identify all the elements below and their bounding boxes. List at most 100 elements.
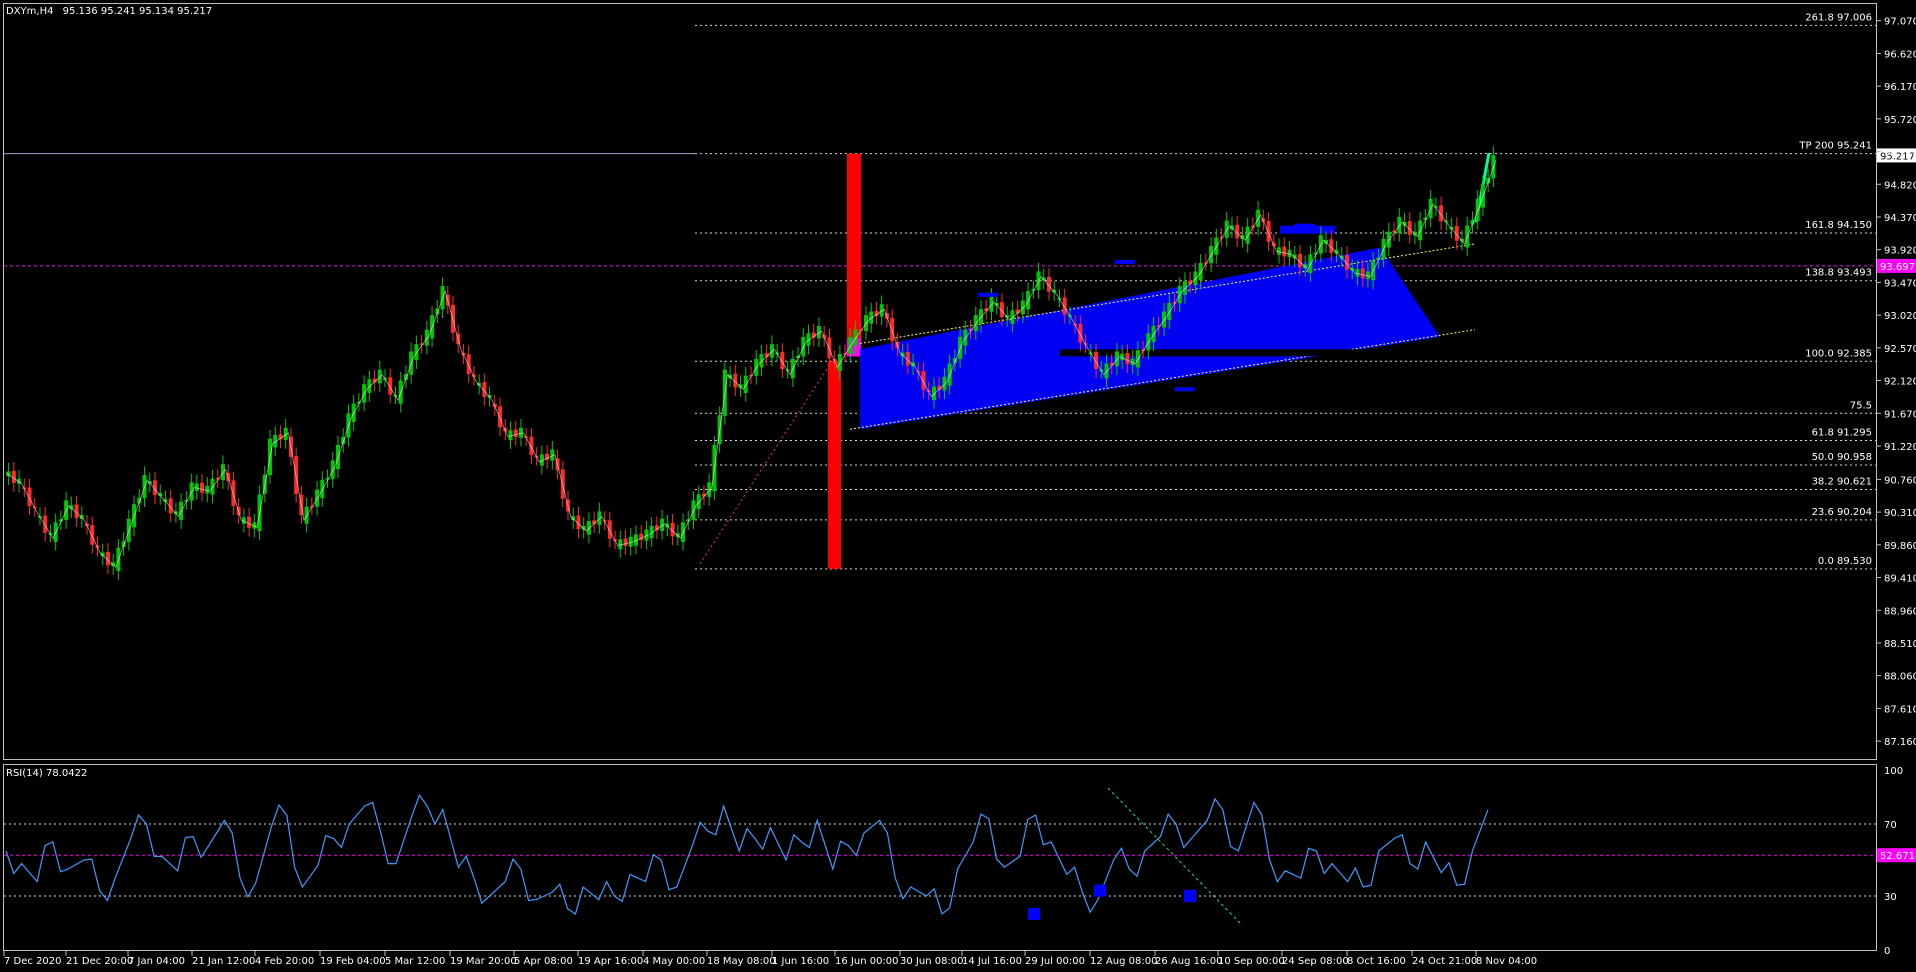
candle-body	[466, 354, 471, 375]
candle-body	[973, 315, 978, 332]
price-tick-label: 90.760	[1884, 475, 1916, 486]
fib-level-label: 61.8 91.295	[1812, 428, 1872, 439]
time-tick-label: 24 Oct 21:00	[1412, 956, 1477, 967]
candle-body	[586, 521, 591, 535]
candle-body	[1397, 216, 1402, 233]
candle-body	[1229, 225, 1234, 230]
symbol-label: DXYm,H4	[6, 6, 53, 17]
candle-body	[931, 386, 936, 401]
candle-body	[498, 406, 503, 428]
time-tick-label: 5 Mar 12:00	[385, 956, 445, 967]
candle-body	[90, 525, 95, 545]
price-tick-label: 89.860	[1884, 541, 1916, 552]
candle-body	[1240, 235, 1245, 240]
price-tick-label: 96.620	[1884, 49, 1916, 60]
candle-body	[728, 374, 733, 379]
time-tick-label: 4 Feb 20:00	[255, 956, 314, 967]
candle-body	[1182, 281, 1187, 295]
time-tick-label: 21 Jan 12:00	[192, 956, 255, 967]
price-tick-label: 95.720	[1884, 115, 1916, 126]
rsi-tick-label: 30	[1884, 892, 1897, 903]
time-tick-label: 14 Jul 16:00	[962, 956, 1022, 967]
candle-body	[707, 482, 712, 498]
time-tick-label: 7 Jan 04:00	[128, 956, 185, 967]
candle-body	[780, 351, 785, 370]
fib-level-label: 261.8 97.006	[1805, 12, 1872, 23]
price-tick-label: 87.610	[1884, 704, 1916, 715]
candle-body	[963, 329, 968, 346]
time-tick-label: 4 May 00:00	[643, 956, 705, 967]
candle-body	[665, 523, 670, 528]
rsi-divergence-marker	[1028, 908, 1040, 920]
time-tick-label: 30 Jun 08:00	[900, 956, 964, 967]
candle-body	[200, 482, 205, 493]
candle-body	[43, 515, 48, 533]
candle-body	[220, 464, 225, 481]
rsi-tick-label: 0	[1884, 946, 1890, 957]
candle-body	[1104, 363, 1109, 379]
fib-level-label: 100.0 92.385	[1805, 348, 1872, 359]
candle-body	[513, 429, 518, 438]
rsi-tick-label: 100	[1884, 766, 1903, 777]
candle-body	[1334, 249, 1339, 254]
candle-body	[921, 371, 926, 390]
time-tick-label: 10 Sep 00:00	[1218, 956, 1285, 967]
candle-body	[890, 318, 895, 342]
candle-body	[597, 511, 602, 525]
price-tick-label: 87.160	[1884, 737, 1916, 748]
candle-body	[1402, 221, 1407, 226]
rsi-divergence-marker	[1184, 890, 1196, 902]
time-tick-label: 19 Feb 04:00	[320, 956, 386, 967]
candle-body	[675, 533, 680, 538]
fib-level-label: TP 200 95.241	[1798, 141, 1872, 152]
candle-body	[853, 329, 858, 346]
fib-level-label: 0.0 89.530	[1818, 556, 1872, 567]
price-tick-label: 94.820	[1884, 180, 1916, 191]
chart-canvas: 261.8 97.006 TP 200 95.241 161.8 94.150 138…	[0, 0, 1916, 972]
pivot-marker	[1115, 260, 1135, 265]
candle-body	[100, 552, 105, 557]
candle-body	[1114, 351, 1119, 367]
time-tick-label: 19 Mar 20:00	[450, 956, 517, 967]
candle-body	[367, 379, 372, 393]
candle-body	[1020, 300, 1025, 315]
price-tick-label: 94.370	[1884, 213, 1916, 224]
rsi-divergence-marker	[1094, 884, 1106, 897]
time-tick-label: 19 Apr 16:00	[578, 956, 643, 967]
pivot-marker	[1295, 223, 1315, 228]
price-tick-label: 95.270	[1884, 148, 1916, 159]
candle-body	[1282, 246, 1287, 257]
candle-body	[1162, 311, 1167, 328]
candle-body	[414, 344, 419, 361]
candle-body	[111, 562, 116, 567]
candle-body	[900, 352, 905, 357]
price-tick-label: 93.920	[1884, 246, 1916, 257]
price-tick-label: 92.120	[1884, 377, 1916, 388]
chart-title: DXYm,H4 95.136 95.241 95.134 95.217	[6, 6, 212, 17]
candle-body	[623, 538, 628, 547]
candle-body	[1193, 271, 1198, 286]
candle-body	[79, 515, 84, 519]
price-tick-label: 96.170	[1884, 82, 1916, 93]
time-tick-label: 26 Aug 16:00	[1155, 956, 1222, 967]
time-tick-label: 16 Jun 00:00	[835, 956, 899, 967]
fib-level-label: 161.8 94.150	[1805, 220, 1872, 231]
candle-body	[388, 377, 393, 395]
candle-body	[1266, 221, 1271, 242]
time-tick-label: 7 Dec 2020	[4, 956, 62, 967]
time-tick-label: 21 Dec 20:00	[66, 956, 133, 967]
price-tick-label: 92.570	[1884, 344, 1916, 355]
price-tick-label: 91.670	[1884, 409, 1916, 420]
candle-body	[571, 516, 576, 521]
candle-body	[1094, 351, 1099, 370]
candle-body	[769, 344, 774, 358]
rsi-title: RSI(14) 78.0422	[6, 768, 87, 779]
magenta-price-tag-label: 93.697	[1880, 262, 1915, 273]
candle-body	[1386, 231, 1391, 248]
time-tick-label: 8 Oct 16:00	[1347, 956, 1406, 967]
candle-body	[1010, 310, 1015, 324]
fib-level-label: 38.2 90.621	[1812, 477, 1872, 488]
price-tick-label: 93.020	[1884, 311, 1916, 322]
time-tick-label: 24 Sep 08:00	[1282, 956, 1349, 967]
candle-body	[759, 353, 764, 368]
